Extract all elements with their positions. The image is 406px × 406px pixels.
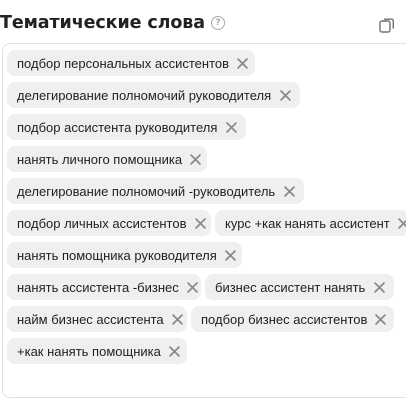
tag-chip: нанять ассистента -бизнес: [7, 274, 201, 300]
close-icon[interactable]: [375, 312, 387, 326]
tag-chip: бизнес ассистент нанять: [205, 274, 394, 300]
close-icon[interactable]: [397, 216, 406, 230]
tag-chip: курс +как нанять ассистент: [215, 210, 406, 236]
tag-chip: делегирование полномочий -руководитель: [7, 178, 304, 204]
tag-label: подбор бизнес ассистентов: [201, 311, 368, 327]
close-icon[interactable]: [283, 184, 296, 198]
tag-chip: делегирование полномочий руководителя: [7, 82, 300, 108]
header: Тематические слова ?: [0, 10, 225, 36]
tag-label: подбор личных ассистентов: [17, 215, 187, 231]
tag-label: нанять ассистента -бизнес: [17, 279, 179, 295]
tag-chip: подбор персональных ассистентов: [7, 50, 255, 76]
tags-container: подбор персональных ассистентов делегиро…: [2, 43, 406, 398]
tag-chip: подбор бизнес ассистентов: [191, 306, 394, 332]
tag-label: делегирование полномочий руководителя: [17, 87, 272, 103]
tag-label: +как нанять помощника: [17, 343, 161, 359]
close-icon[interactable]: [225, 248, 236, 262]
close-icon[interactable]: [169, 344, 180, 358]
tag-chip: найм бизнес ассистента: [7, 306, 187, 332]
tag-chip: подбор ассистента руководителя: [7, 114, 246, 140]
close-icon[interactable]: [373, 280, 386, 294]
tag-label: подбор ассистента руководителя: [17, 119, 218, 135]
copy-icon[interactable]: [378, 16, 396, 34]
close-icon[interactable]: [194, 216, 206, 230]
close-icon[interactable]: [237, 56, 248, 70]
tag-chip: +как нанять помощника: [7, 338, 187, 364]
tag-label: бизнес ассистент нанять: [215, 279, 366, 295]
tag-label: подбор персональных ассистентов: [17, 55, 230, 71]
tag-label: найм бизнес ассистента: [17, 311, 164, 327]
close-icon[interactable]: [279, 88, 292, 102]
page-title: Тематические слова: [0, 13, 205, 33]
close-icon[interactable]: [190, 152, 201, 166]
tag-chip: нанять помощника руководителя: [7, 242, 242, 268]
tag-label: нанять личного помощника: [17, 151, 183, 167]
close-icon[interactable]: [225, 120, 238, 134]
close-icon[interactable]: [186, 280, 198, 294]
tag-label: делегирование полномочий -руководитель: [17, 183, 276, 199]
tag-label: нанять помощника руководителя: [17, 247, 217, 263]
question-circle-icon[interactable]: ?: [210, 16, 225, 30]
tag-chip: подбор личных ассистентов: [7, 210, 211, 236]
close-icon[interactable]: [171, 312, 183, 326]
tag-label: курс +как нанять ассистент: [225, 215, 390, 231]
tag-chip: нанять личного помощника: [7, 146, 207, 172]
